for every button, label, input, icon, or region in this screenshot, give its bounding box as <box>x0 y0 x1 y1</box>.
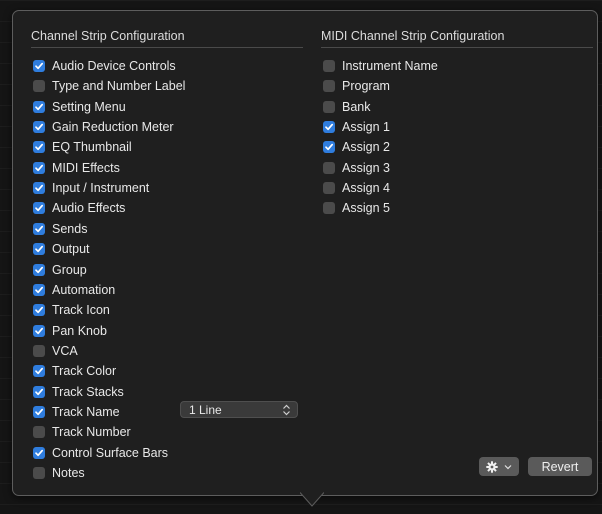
option-label: Gain Reduction Meter <box>52 120 174 135</box>
channel-strip-option-track-color[interactable]: Track Color <box>33 363 116 379</box>
checkbox-unchecked[interactable] <box>323 202 335 215</box>
checkbox-unchecked[interactable] <box>323 161 335 174</box>
option-label: Assign 2 <box>342 140 390 155</box>
channel-strip-option-notes[interactable]: Notes <box>33 465 85 481</box>
option-label: Type and Number Label <box>52 79 186 94</box>
channel-strip-option-output[interactable]: Output <box>33 241 90 257</box>
option-label: Track Name <box>52 404 120 419</box>
channel-strip-divider <box>31 47 303 48</box>
checkbox-unchecked[interactable] <box>33 344 45 357</box>
channel-strip-option-track-number[interactable]: Track Number <box>33 424 131 440</box>
checkbox-checked[interactable] <box>33 222 45 235</box>
track-name-lines-value: 1 Line <box>189 402 222 417</box>
checkbox-unchecked[interactable] <box>33 80 45 93</box>
channel-strip-option-sends[interactable]: Sends <box>33 221 87 237</box>
midi-strip-option-instrument-name[interactable]: Instrument Name <box>323 58 438 74</box>
midi-strip-divider <box>321 47 593 48</box>
channel-strip-option-audio-effects[interactable]: Audio Effects <box>33 200 125 216</box>
checkbox-checked[interactable] <box>323 121 335 134</box>
updown-chevron-icon <box>283 404 290 416</box>
option-label: Track Color <box>52 364 117 379</box>
popover-arrow <box>300 492 324 507</box>
option-label: Track Stacks <box>52 384 124 399</box>
midi-strip-option-program[interactable]: Program <box>323 78 390 94</box>
gear-icon <box>486 460 498 473</box>
midi-strip-option-assign-2[interactable]: Assign 2 <box>323 139 390 155</box>
checkbox-checked[interactable] <box>33 182 45 195</box>
channel-strip-option-track-icon[interactable]: Track Icon <box>33 302 110 318</box>
checkbox-checked[interactable] <box>33 263 45 276</box>
checkbox-checked[interactable] <box>323 141 335 154</box>
midi-strip-option-assign-4[interactable]: Assign 4 <box>323 180 390 196</box>
midi-strip-option-assign-3[interactable]: Assign 3 <box>323 160 390 176</box>
option-label: Instrument Name <box>342 59 438 73</box>
option-label: Program <box>342 79 390 94</box>
midi-strip-option-assign-5[interactable]: Assign 5 <box>323 200 390 216</box>
revert-button[interactable]: Revert <box>528 457 592 476</box>
channel-strip-option-group[interactable]: Group <box>33 262 87 278</box>
checkbox-checked[interactable] <box>33 243 45 256</box>
checkbox-unchecked[interactable] <box>323 100 335 113</box>
channel-strip-option-vca[interactable]: VCA <box>33 343 78 359</box>
option-label: Notes <box>52 466 85 480</box>
option-label: VCA <box>52 343 78 358</box>
option-label: Control Surface Bars <box>52 445 169 460</box>
option-label: Setting Menu <box>52 99 126 114</box>
option-label: Output <box>52 242 90 257</box>
checkbox-checked[interactable] <box>33 405 45 418</box>
option-label: Input / Instrument <box>52 181 150 196</box>
checkbox-checked[interactable] <box>33 202 45 215</box>
option-label: Assign 3 <box>342 160 390 175</box>
channel-strip-option-track-name[interactable]: Track Name <box>33 404 120 420</box>
option-label: Pan Knob <box>52 323 107 338</box>
option-label: Track Number <box>52 425 131 440</box>
midi-strip-option-bank[interactable]: Bank <box>323 99 371 115</box>
checkbox-checked[interactable] <box>33 121 45 134</box>
checkbox-checked[interactable] <box>33 283 45 296</box>
channel-strip-option-gain-reduction-meter[interactable]: Gain Reduction Meter <box>33 119 174 135</box>
checkbox-checked[interactable] <box>33 304 45 317</box>
channel-strip-option-eq-thumbnail[interactable]: EQ Thumbnail <box>33 139 132 155</box>
checkbox-checked[interactable] <box>33 141 45 154</box>
option-label: Audio Device Controls <box>52 59 176 73</box>
checkbox-unchecked[interactable] <box>33 426 45 439</box>
action-menu-button[interactable] <box>479 457 519 476</box>
channel-strip-option-automation[interactable]: Automation <box>33 282 115 298</box>
checkbox-unchecked[interactable] <box>323 182 335 195</box>
checkbox-checked[interactable] <box>33 365 45 378</box>
option-label: EQ Thumbnail <box>52 140 132 155</box>
option-label: Assign 4 <box>342 181 390 196</box>
channel-strip-option-setting-menu[interactable]: Setting Menu <box>33 99 126 115</box>
option-label: Audio Effects <box>52 201 126 216</box>
channel-strip-option-type-and-number-label[interactable]: Type and Number Label <box>33 78 185 94</box>
option-label: Sends <box>52 221 88 236</box>
checkbox-unchecked[interactable] <box>33 467 45 479</box>
option-label: Group <box>52 262 87 277</box>
channel-strip-title: Channel Strip Configuration <box>31 29 185 43</box>
channel-strip-option-pan-knob[interactable]: Pan Knob <box>33 323 107 339</box>
checkbox-unchecked[interactable] <box>323 60 335 72</box>
midi-strip-option-assign-1[interactable]: Assign 1 <box>323 119 390 135</box>
option-label: MIDI Effects <box>52 160 120 175</box>
checkbox-unchecked[interactable] <box>323 80 335 93</box>
option-label: Assign 5 <box>342 201 390 216</box>
channel-strip-option-midi-effects[interactable]: MIDI Effects <box>33 160 120 176</box>
midi-strip-title: MIDI Channel Strip Configuration <box>321 29 505 43</box>
checkbox-checked[interactable] <box>33 324 45 337</box>
channel-strip-option-audio-device-controls[interactable]: Audio Device Controls <box>33 58 176 74</box>
checkbox-checked[interactable] <box>33 385 45 398</box>
option-label: Track Icon <box>52 303 110 318</box>
option-label: Bank <box>342 99 371 114</box>
channel-strip-option-track-stacks[interactable]: Track Stacks <box>33 384 124 400</box>
track-name-lines-select[interactable]: 1 Line <box>180 401 298 418</box>
checkbox-checked[interactable] <box>33 446 45 459</box>
channel-strip-option-input-instrument[interactable]: Input / Instrument <box>33 180 149 196</box>
checkbox-checked[interactable] <box>33 100 45 113</box>
option-label: Automation <box>52 282 116 297</box>
checkbox-checked[interactable] <box>33 161 45 174</box>
checkbox-checked[interactable] <box>33 60 45 72</box>
option-label: Assign 1 <box>342 120 390 135</box>
chevron-down-icon <box>504 464 512 469</box>
channel-strip-option-control-surface-bars[interactable]: Control Surface Bars <box>33 445 168 461</box>
